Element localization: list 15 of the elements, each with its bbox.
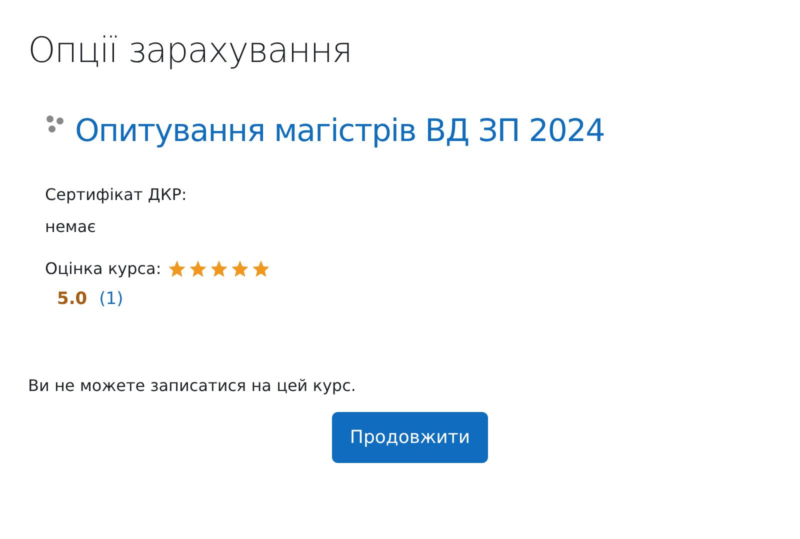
field-value: немає bbox=[45, 216, 97, 238]
page-title: Опції зарахування bbox=[28, 30, 353, 73]
enrol-message: Ви не можете записатися на цей курс. bbox=[28, 375, 357, 397]
course-link[interactable]: Опитування магістрів ВД ЗП 2024 bbox=[75, 112, 605, 150]
star-icon bbox=[230, 258, 250, 278]
star-icon bbox=[209, 258, 230, 278]
star-icon bbox=[251, 258, 272, 278]
continue-button[interactable]: Продовжити bbox=[332, 412, 488, 463]
rating-label: Оцінка курса: bbox=[45, 258, 162, 280]
star-icon bbox=[188, 258, 208, 278]
rating-count-link[interactable]: (1) bbox=[99, 286, 124, 312]
field-label: Сертифікат ДКР: bbox=[45, 184, 188, 206]
rating-score: 5.0 bbox=[57, 288, 88, 310]
star-icon bbox=[167, 258, 188, 278]
course-icon bbox=[45, 114, 65, 134]
